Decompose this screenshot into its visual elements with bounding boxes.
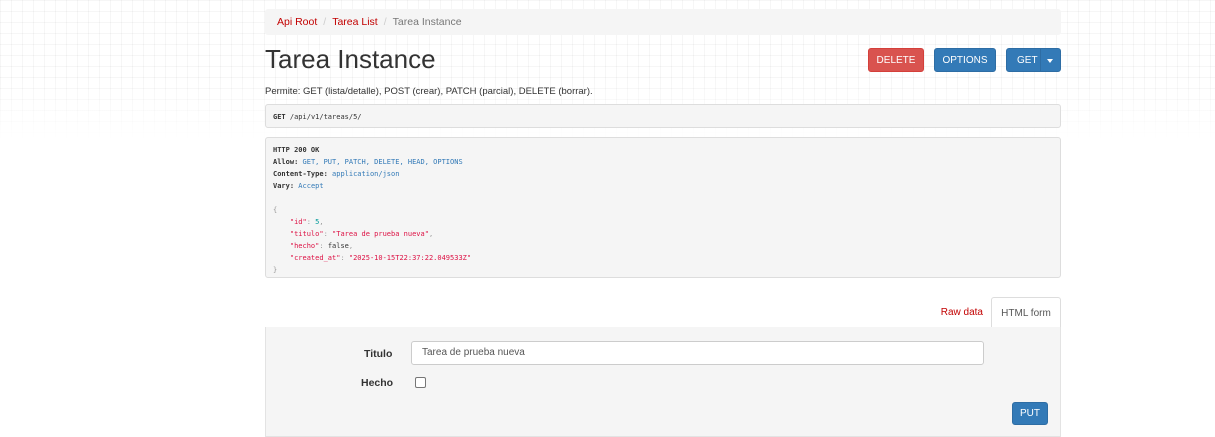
breadcrumb-separator: /: [383, 16, 387, 28]
caret-down-icon[interactable]: [1047, 59, 1053, 63]
options-button[interactable]: OPTIONS: [934, 48, 996, 72]
button-divider: [1040, 49, 1041, 71]
html-form-panel: Titulo Tarea de prueba nueva Hecho PUT: [265, 327, 1061, 437]
page-title: Tarea Instance: [265, 44, 436, 74]
breadcrumb-tarea-list[interactable]: Tarea List: [332, 16, 378, 28]
page-description: Permite: GET (lista/detalle), POST (crea…: [265, 86, 593, 97]
json-key: "id": [289, 218, 307, 226]
json-value: "2025-10-15T22:37:22.049533Z": [348, 254, 472, 262]
titulo-label: Titulo: [364, 348, 393, 360]
header-value: application/json: [332, 170, 400, 178]
header-name: Vary:: [273, 182, 295, 190]
breadcrumb-api-root[interactable]: Api Root: [277, 16, 317, 28]
json-key: "created_at": [289, 254, 341, 262]
breadcrumb-separator: /: [323, 16, 327, 28]
put-button[interactable]: PUT: [1012, 402, 1048, 425]
header-value: Accept: [298, 182, 324, 190]
request-path: /api/v1/tareas/5/: [289, 113, 362, 121]
response-status: HTTP 200 OK: [273, 146, 320, 154]
json-value: "Tarea de prueba nueva": [332, 230, 429, 238]
json-key: "titulo": [289, 230, 324, 238]
request-info: GET /api/v1/tareas/5/: [265, 104, 1061, 128]
json-key: "hecho": [289, 242, 320, 250]
breadcrumb: Api Root / Tarea List / Tarea Instance: [265, 9, 1061, 35]
delete-button[interactable]: DELETE: [868, 48, 924, 72]
get-button-label: GET: [1017, 54, 1038, 66]
get-dropdown-button[interactable]: GET: [1006, 48, 1061, 72]
header-name: Allow:: [273, 158, 299, 166]
hecho-checkbox[interactable]: [415, 377, 426, 388]
json-open-brace: {: [273, 206, 278, 214]
tab-html-form[interactable]: HTML form: [991, 297, 1061, 329]
json-value: false: [327, 242, 349, 250]
hecho-label: Hecho: [361, 377, 394, 389]
titulo-input[interactable]: Tarea de prueba nueva: [411, 341, 984, 365]
header-name: Content-Type:: [273, 170, 328, 178]
response-info: HTTP 200 OK Allow: GET, PUT, PATCH, DELE…: [265, 137, 1061, 278]
request-method: GET: [273, 113, 286, 121]
form-tabs: Raw data HTML form: [265, 297, 1061, 329]
tab-raw-data[interactable]: Raw data: [941, 297, 983, 328]
json-close-brace: }: [273, 266, 278, 274]
header-value: GET, PUT, PATCH, DELETE, HEAD, OPTIONS: [302, 158, 463, 166]
breadcrumb-current: Tarea Instance: [392, 16, 462, 28]
